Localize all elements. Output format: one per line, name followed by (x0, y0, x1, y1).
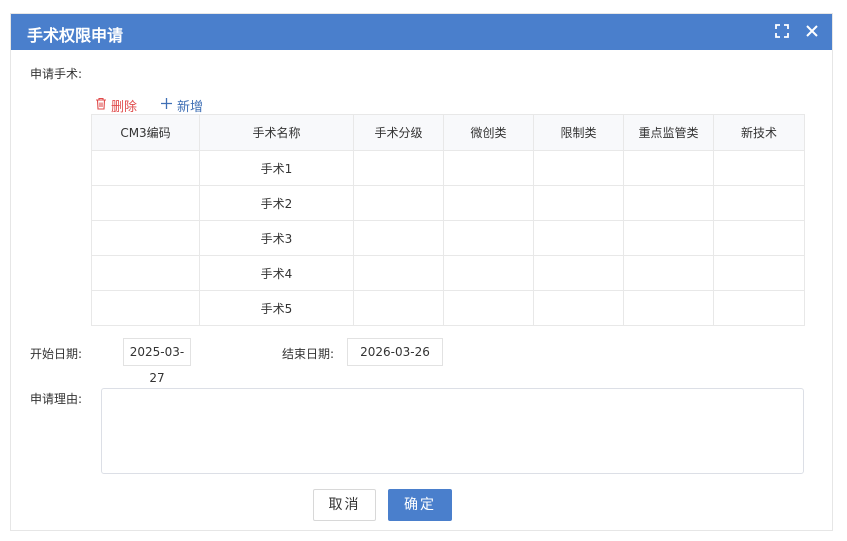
table-cell (623, 185, 714, 221)
table-cell (533, 220, 624, 256)
table-cell (713, 150, 805, 186)
table-cell (713, 220, 805, 256)
table-cell (91, 255, 200, 291)
table-cell (443, 220, 534, 256)
column-header: 重点监管类 (623, 114, 714, 151)
delete-button[interactable]: 删除 (95, 96, 137, 115)
table-cell (353, 185, 444, 221)
table-cell (533, 150, 624, 186)
table-cell (91, 185, 200, 221)
table-cell (91, 150, 200, 186)
trash-icon (95, 97, 107, 114)
delete-label: 删除 (111, 100, 138, 115)
start-date-label: 开始日期: (30, 347, 83, 361)
table-cell (533, 255, 624, 291)
dialog-title: 手术权限申请 (27, 26, 124, 45)
table-cell: 手术4 (199, 255, 354, 291)
reason-label: 申请理由: (30, 392, 83, 406)
table-header-row: CM3编码 手术名称 手术分级 微创类 限制类 重点监管类 新技术 (91, 114, 805, 151)
table-cell (91, 290, 200, 326)
table-cell (443, 185, 534, 221)
table-cell (353, 220, 444, 256)
table-cell (623, 150, 714, 186)
table-row[interactable]: 手术2 (91, 185, 805, 221)
table-row[interactable]: 手术1 (91, 150, 805, 186)
table-cell (353, 150, 444, 186)
reason-textarea[interactable] (101, 388, 804, 474)
column-header: 新技术 (713, 114, 805, 151)
table-cell (713, 185, 805, 221)
table-cell (623, 255, 714, 291)
table-cell: 手术2 (199, 185, 354, 221)
end-date-label: 结束日期: (282, 347, 335, 361)
table-row[interactable]: 手术5 (91, 290, 805, 326)
table-cell (713, 255, 805, 291)
start-date-input[interactable]: 2025-03-27 (123, 338, 191, 385)
maximize-icon[interactable] (772, 21, 792, 41)
table-cell (713, 290, 805, 326)
plus-icon (160, 97, 173, 114)
table-row[interactable]: 手术3 (91, 220, 805, 256)
dialog-titlebar: 手术权限申请 (11, 14, 832, 50)
cancel-button[interactable]: 取消 (313, 489, 376, 521)
table-row[interactable]: 手术4 (91, 255, 805, 291)
table-cell (623, 220, 714, 256)
add-button[interactable]: 新增 (160, 96, 203, 115)
table-cell: 手术1 (199, 150, 354, 186)
table-cell (353, 290, 444, 326)
surgery-permission-dialog: 手术权限申请 申请手术: 删除 新增 CM3编码 手术名称 手术分级 微创类 限… (10, 13, 833, 531)
table-cell (623, 290, 714, 326)
surgery-label: 申请手术: (30, 67, 83, 81)
end-date-input[interactable]: 2026-03-26 (347, 338, 443, 366)
column-header: 手术名称 (199, 114, 354, 151)
table-cell: 手术5 (199, 290, 354, 326)
table-cell (533, 185, 624, 221)
table-cell: 手术3 (199, 220, 354, 256)
close-icon[interactable] (802, 21, 822, 41)
table-cell (533, 290, 624, 326)
confirm-button[interactable]: 确定 (388, 489, 452, 521)
table-cell (353, 255, 444, 291)
column-header: 限制类 (533, 114, 624, 151)
surgery-table: CM3编码 手术名称 手术分级 微创类 限制类 重点监管类 新技术 手术1 手术… (91, 114, 805, 326)
column-header: 微创类 (443, 114, 534, 151)
column-header: CM3编码 (91, 114, 200, 151)
add-label: 新增 (177, 100, 204, 115)
column-header: 手术分级 (353, 114, 444, 151)
table-cell (443, 290, 534, 326)
table-cell (91, 220, 200, 256)
table-cell (443, 150, 534, 186)
table-cell (443, 255, 534, 291)
